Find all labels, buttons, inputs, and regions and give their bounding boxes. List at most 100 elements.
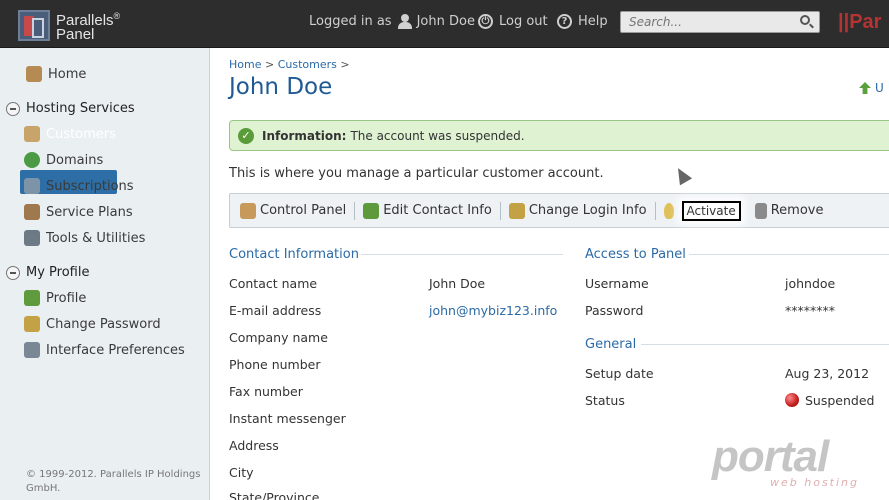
edit-contact-info-button[interactable]: Edit Contact Info <box>363 202 500 219</box>
info-message: ✓ Information: The account was suspended… <box>229 120 889 151</box>
user-icon <box>397 14 412 29</box>
contact-label: Address <box>229 438 279 453</box>
customer-icon <box>24 126 40 142</box>
breadcrumb: Home > Customers > <box>229 58 350 71</box>
preferences-icon <box>24 342 40 358</box>
sidebar: Home Hosting Services Customers Domains … <box>0 48 210 500</box>
page-title: John Doe <box>229 74 333 100</box>
sidebar-item-tools-utilities[interactable]: Tools & Utilities <box>24 230 145 246</box>
contact-card-icon <box>363 202 380 219</box>
contact-label: Company name <box>229 330 328 345</box>
change-login-info-button[interactable]: Change Login Info <box>508 202 655 219</box>
setup-date-value: Aug 23, 2012 <box>785 366 870 381</box>
sidebar-item-home[interactable]: Home <box>26 66 86 82</box>
globe-icon <box>24 152 40 168</box>
message-label: Information: <box>262 128 347 143</box>
help-link[interactable]: ? Help <box>557 14 608 29</box>
suspended-status-icon <box>785 393 799 407</box>
logout-label: Log out <box>499 14 548 29</box>
home-icon <box>26 66 42 82</box>
setup-date-label: Setup date <box>585 366 654 381</box>
section-my-profile[interactable]: My Profile <box>6 265 89 280</box>
page-hint: This is where you manage a particular cu… <box>229 166 604 181</box>
contact-label: State/Province <box>229 490 320 500</box>
logged-in-prefix: Logged in as <box>309 14 392 29</box>
portal-watermark: portal <box>712 432 829 481</box>
top-header: Parallels® Panel Logged in as John Doe ⏻… <box>0 0 889 48</box>
sidebar-item-label: Service Plans <box>46 204 133 220</box>
contact-label: Instant messenger <box>229 411 346 426</box>
profile-card-icon <box>24 290 40 306</box>
sidebar-item-change-password[interactable]: Change Password <box>24 316 161 332</box>
general-title: General <box>585 337 637 352</box>
checkmark-icon: ✓ <box>238 127 254 144</box>
portal-watermark-sub: web hosting <box>770 476 859 489</box>
help-icon: ? <box>557 14 572 29</box>
lightbulb-icon <box>663 202 674 219</box>
breadcrumb-home[interactable]: Home <box>229 58 261 71</box>
logo-line2: Panel <box>56 26 95 43</box>
activate-label: Activate <box>681 200 741 221</box>
user-panel-icon <box>240 202 256 219</box>
password-value: ******** <box>785 303 835 318</box>
control-panel-button[interactable]: Control Panel <box>240 202 354 219</box>
tools-icon <box>24 230 40 246</box>
activate-button[interactable]: Activate <box>663 200 749 221</box>
parallels-logo-icon <box>18 10 50 41</box>
sidebar-item-label: Profile <box>46 290 87 306</box>
upgrade-link[interactable]: U <box>859 81 884 95</box>
password-label: Password <box>585 303 644 318</box>
divider <box>641 344 889 345</box>
sidebar-item-label: Interface Preferences <box>46 342 185 358</box>
logged-in-indicator: Logged in as John Doe <box>309 14 475 29</box>
keys-icon <box>24 316 40 332</box>
subscription-icon <box>24 178 40 194</box>
contact-info-title: Contact Information <box>229 247 359 262</box>
contact-label: Phone number <box>229 357 321 372</box>
breadcrumb-customers[interactable]: Customers <box>278 58 337 71</box>
contact-label: E-mail address <box>229 303 322 318</box>
upgrade-arrow-icon <box>859 82 871 94</box>
access-panel-title: Access to Panel <box>585 247 686 262</box>
section-label: My Profile <box>26 265 90 280</box>
trash-icon <box>754 202 767 219</box>
section-label: Hosting Services <box>26 101 135 116</box>
contact-value: John Doe <box>429 276 486 291</box>
sidebar-item-label: Change Password <box>46 316 161 332</box>
collapse-icon[interactable] <box>6 101 20 116</box>
sidebar-item-label: Tools & Utilities <box>46 230 146 246</box>
email-link[interactable]: john@mybiz123.info <box>429 303 557 318</box>
divider <box>689 254 889 255</box>
search-box <box>620 11 820 33</box>
logout-link[interactable]: ⏻ Log out <box>478 14 548 29</box>
sidebar-item-label: Domains <box>46 152 104 168</box>
sidebar-item-label: Customers <box>46 126 116 142</box>
sidebar-item-service-plans[interactable]: Service Plans <box>24 204 133 220</box>
sidebar-item-domains[interactable]: Domains <box>24 152 103 168</box>
current-user-name[interactable]: John Doe <box>417 14 475 29</box>
section-hosting-services[interactable]: Hosting Services <box>6 101 135 116</box>
sidebar-item-subscriptions[interactable]: Subscriptions <box>24 178 134 194</box>
sidebar-item-interface-preferences[interactable]: Interface Preferences <box>24 342 185 358</box>
parallels-brand-text: ||Par <box>838 11 882 33</box>
status-label: Status <box>585 393 625 408</box>
keys-icon <box>508 202 525 219</box>
contact-label: City <box>229 465 254 480</box>
help-label: Help <box>578 14 608 29</box>
remove-button[interactable]: Remove <box>754 202 832 219</box>
contact-label: Contact name <box>229 276 318 291</box>
sidebar-item-customers[interactable]: Customers <box>24 126 116 142</box>
email-value: john@mybiz123.info <box>429 303 557 318</box>
power-icon: ⏻ <box>478 14 493 29</box>
username-value: johndoe <box>785 276 836 291</box>
sidebar-item-profile[interactable]: Profile <box>24 290 86 306</box>
search-icon[interactable] <box>800 15 810 25</box>
message-text: The account was suspended. <box>350 128 525 143</box>
contact-label: Fax number <box>229 384 303 399</box>
parallels-logo[interactable]: Parallels® Panel <box>18 9 120 42</box>
search-input[interactable] <box>621 12 791 32</box>
copyright-note: © 1999-2012. Parallels IP Holdings GmbH. <box>26 469 201 494</box>
upgrade-label: U <box>875 81 884 95</box>
sidebar-item-label: Home <box>48 66 87 82</box>
collapse-icon[interactable] <box>6 265 20 280</box>
